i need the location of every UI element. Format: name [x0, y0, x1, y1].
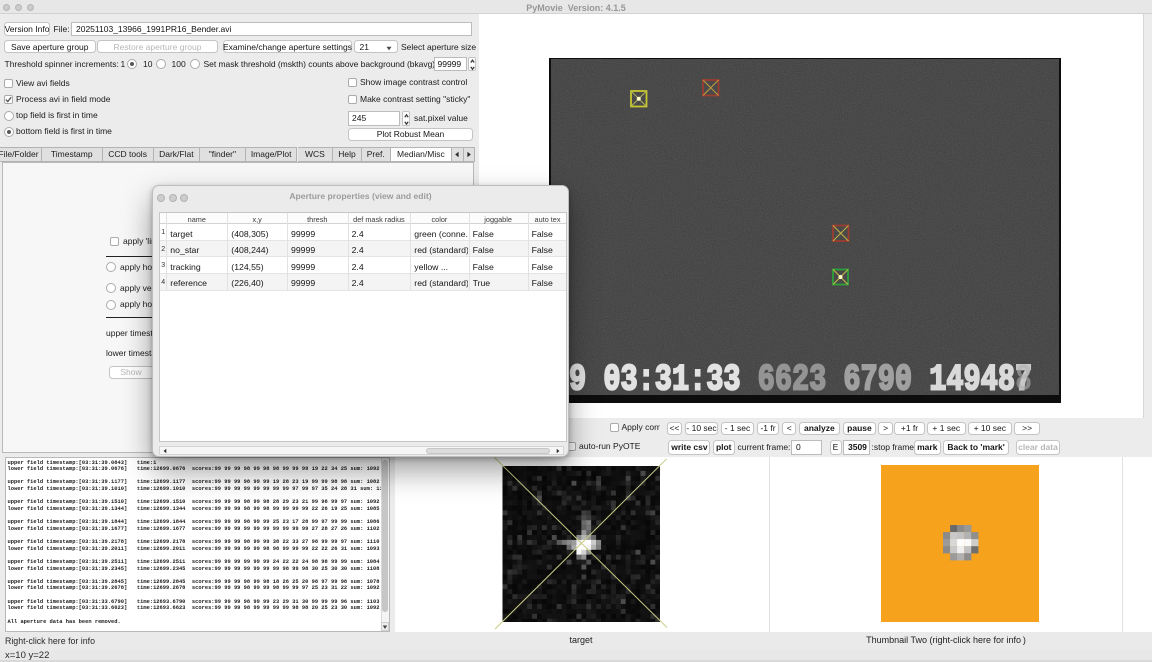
svg-text:8: 8 [1015, 358, 1032, 401]
svg-text:6790: 6790 [843, 358, 912, 401]
svg-text:6623: 6623 [758, 358, 827, 401]
svg-text:9 03:31:33: 9 03:31:33 [569, 358, 741, 401]
svg-text:14948: 14948 [929, 358, 1015, 401]
